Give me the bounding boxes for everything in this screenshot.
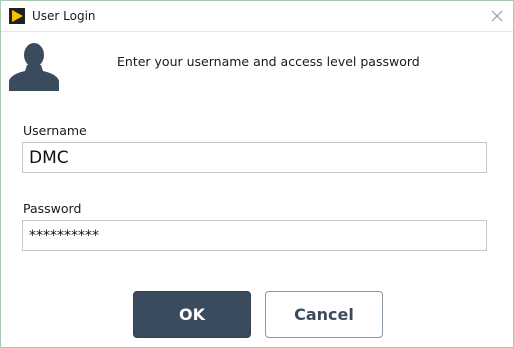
username-input[interactable] <box>22 142 487 173</box>
cancel-button[interactable]: Cancel <box>265 291 383 338</box>
app-icon <box>9 8 25 24</box>
window-title: User Login <box>32 9 96 23</box>
title-divider <box>1 31 513 32</box>
username-label: Username <box>23 123 87 138</box>
instruction-text: Enter your username and access level pas… <box>117 54 420 69</box>
user-silhouette-icon <box>9 41 59 91</box>
ok-button[interactable]: OK <box>133 291 251 338</box>
password-input[interactable] <box>22 220 487 251</box>
title-bar[interactable]: User Login <box>1 1 513 31</box>
password-label: Password <box>23 201 82 216</box>
login-dialog: User Login Enter your username and acces… <box>0 0 514 348</box>
close-icon[interactable] <box>487 6 507 26</box>
